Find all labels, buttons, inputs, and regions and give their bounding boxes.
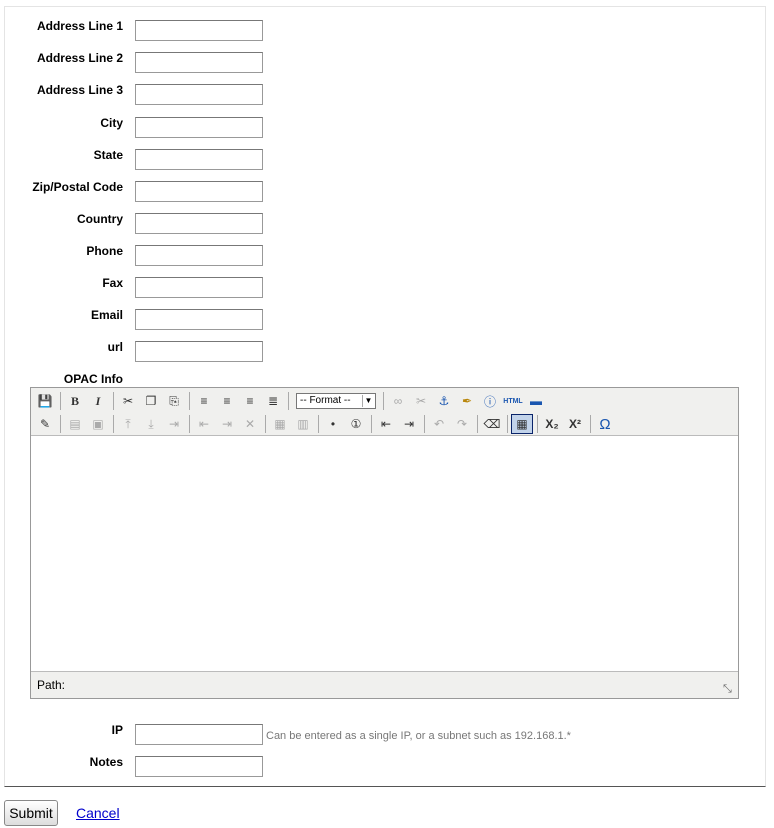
address-line-1-input[interactable] xyxy=(135,20,263,41)
field-label: Email xyxy=(90,308,123,322)
align-center-icon[interactable]: ≡ xyxy=(216,391,238,411)
editor-content-area[interactable] xyxy=(31,436,738,672)
subscript-icon[interactable]: X₂ xyxy=(541,414,563,434)
state-input[interactable] xyxy=(135,149,263,170)
format-select[interactable]: -- Format -- ▼ xyxy=(296,393,376,409)
align-left-icon[interactable]: ≡ xyxy=(193,391,215,411)
cancel-link[interactable]: Cancel xyxy=(76,805,120,821)
toolbar-row-2: ✎ ▤ ▣ ⤒ ⤓ ⇥ ⇤ ⇥ ✕ ▦ ▥ • ① ⇤ ⇥ ↶ ↷ ⌫ ▦ X₂… xyxy=(34,413,617,435)
toolbar-row-1: 💾 B I ✂ ❐ ⎘ ≡ ≡ ≡ ≣ -- Format -- ▼ ∞ ✂ ⚓… xyxy=(34,390,548,412)
address-line-2-input[interactable] xyxy=(135,52,263,73)
toolbar-separator xyxy=(265,415,266,433)
opac-info-label: OPAC Info xyxy=(63,372,123,386)
help-icon[interactable]: ⓘ xyxy=(479,391,501,411)
field-label: Fax xyxy=(102,276,123,290)
superscript-icon[interactable]: X² xyxy=(564,414,586,434)
phone-input[interactable] xyxy=(135,245,263,266)
save-icon[interactable]: 💾 xyxy=(34,391,56,411)
outdent-icon[interactable]: ⇤ xyxy=(375,414,397,434)
eraser-icon[interactable]: ⌫ xyxy=(481,414,503,434)
cleanup-icon[interactable]: ✒ xyxy=(456,391,478,411)
undo-icon[interactable]: ↶ xyxy=(428,414,450,434)
unlink-icon[interactable]: ✂ xyxy=(410,391,432,411)
path-label: Path: xyxy=(37,678,66,692)
toolbar-separator xyxy=(507,415,508,433)
opac-info-editor: 💾 B I ✂ ❐ ⎘ ≡ ≡ ≡ ≣ -- Format -- ▼ ∞ ✂ ⚓… xyxy=(30,387,739,699)
submit-button[interactable]: Submit xyxy=(4,800,58,826)
toolbar-separator xyxy=(189,415,190,433)
split-cells-icon[interactable]: ▦ xyxy=(269,414,291,434)
paste-icon[interactable]: ⎘ xyxy=(163,391,185,411)
ip-input[interactable] xyxy=(135,724,263,745)
resize-handle-icon[interactable]: ⤡ xyxy=(723,683,735,695)
link-icon[interactable]: ∞ xyxy=(387,391,409,411)
editor-toolbar: 💾 B I ✂ ❐ ⎘ ≡ ≡ ≡ ≣ -- Format -- ▼ ∞ ✂ ⚓… xyxy=(31,388,738,436)
delete-row-icon[interactable]: ⇥ xyxy=(163,414,185,434)
field-label: City xyxy=(100,116,123,130)
insert-row-after-icon[interactable]: ⤓ xyxy=(140,414,162,434)
cell-props-icon[interactable]: ▣ xyxy=(87,414,109,434)
toolbar-separator xyxy=(189,392,190,410)
omega-icon[interactable]: Ω xyxy=(594,414,616,434)
delete-col-icon[interactable]: ✕ xyxy=(239,414,261,434)
toolbar-separator xyxy=(383,392,384,410)
field-label: Phone xyxy=(86,244,123,258)
field-label: Country xyxy=(77,212,123,226)
copy-icon[interactable]: ❐ xyxy=(140,391,162,411)
align-right-icon[interactable]: ≡ xyxy=(239,391,261,411)
library-form-fieldset: Address Line 1 Address Line 2 Address Li… xyxy=(4,6,766,787)
ip-label: IP xyxy=(111,723,123,737)
notes-input[interactable] xyxy=(135,756,263,777)
anchor-icon[interactable]: ⚓ xyxy=(433,391,455,411)
indent-icon[interactable]: ⇥ xyxy=(398,414,420,434)
country-input[interactable] xyxy=(135,213,263,234)
format-select-value: -- Format -- xyxy=(300,395,351,406)
toolbar-separator xyxy=(113,392,114,410)
zip-input[interactable] xyxy=(135,181,263,202)
toolbar-separator xyxy=(288,392,289,410)
hr-icon[interactable]: ▬ xyxy=(525,391,547,411)
city-input[interactable] xyxy=(135,117,263,138)
notes-label: Notes xyxy=(89,755,123,769)
toolbar-separator xyxy=(477,415,478,433)
toolbar-separator xyxy=(424,415,425,433)
url-input[interactable] xyxy=(135,341,263,362)
chevron-down-icon: ▼ xyxy=(362,395,374,407)
insert-row-before-icon[interactable]: ⤒ xyxy=(117,414,139,434)
toolbar-separator xyxy=(60,415,61,433)
field-label: State xyxy=(93,148,123,162)
field-label: Address Line 3 xyxy=(36,83,123,97)
address-line-3-input[interactable] xyxy=(135,84,263,105)
field-label: Address Line 2 xyxy=(36,51,123,65)
field-label: Zip/Postal Code xyxy=(32,180,123,194)
field-label: url xyxy=(107,340,123,354)
insert-col-after-icon[interactable]: ⇥ xyxy=(216,414,238,434)
merge-cells-icon[interactable]: ▥ xyxy=(292,414,314,434)
toolbar-separator xyxy=(590,415,591,433)
insert-col-before-icon[interactable]: ⇤ xyxy=(193,414,215,434)
toolbar-separator xyxy=(60,392,61,410)
editor-statusbar: Path: ⤡ xyxy=(31,672,738,698)
edit-icon[interactable]: ✎ xyxy=(34,414,56,434)
toolbar-separator xyxy=(537,415,538,433)
cut-icon[interactable]: ✂ xyxy=(117,391,139,411)
bold-icon[interactable]: B xyxy=(64,391,86,411)
email-input[interactable] xyxy=(135,309,263,330)
visual-aid-icon[interactable]: ▦ xyxy=(511,414,533,434)
list-bullets-icon[interactable]: • xyxy=(322,414,344,434)
toolbar-separator xyxy=(113,415,114,433)
field-label: Address Line 1 xyxy=(36,19,123,33)
html-icon[interactable]: HTML xyxy=(502,391,524,411)
redo-icon[interactable]: ↷ xyxy=(451,414,473,434)
fax-input[interactable] xyxy=(135,277,263,298)
row-props-icon[interactable]: ▤ xyxy=(64,414,86,434)
ip-hint: Can be entered as a single IP, or a subn… xyxy=(266,730,571,742)
align-justify-icon[interactable]: ≣ xyxy=(262,391,284,411)
list-numbers-icon[interactable]: ① xyxy=(345,414,367,434)
italic-icon[interactable]: I xyxy=(87,391,109,411)
toolbar-separator xyxy=(318,415,319,433)
toolbar-separator xyxy=(371,415,372,433)
